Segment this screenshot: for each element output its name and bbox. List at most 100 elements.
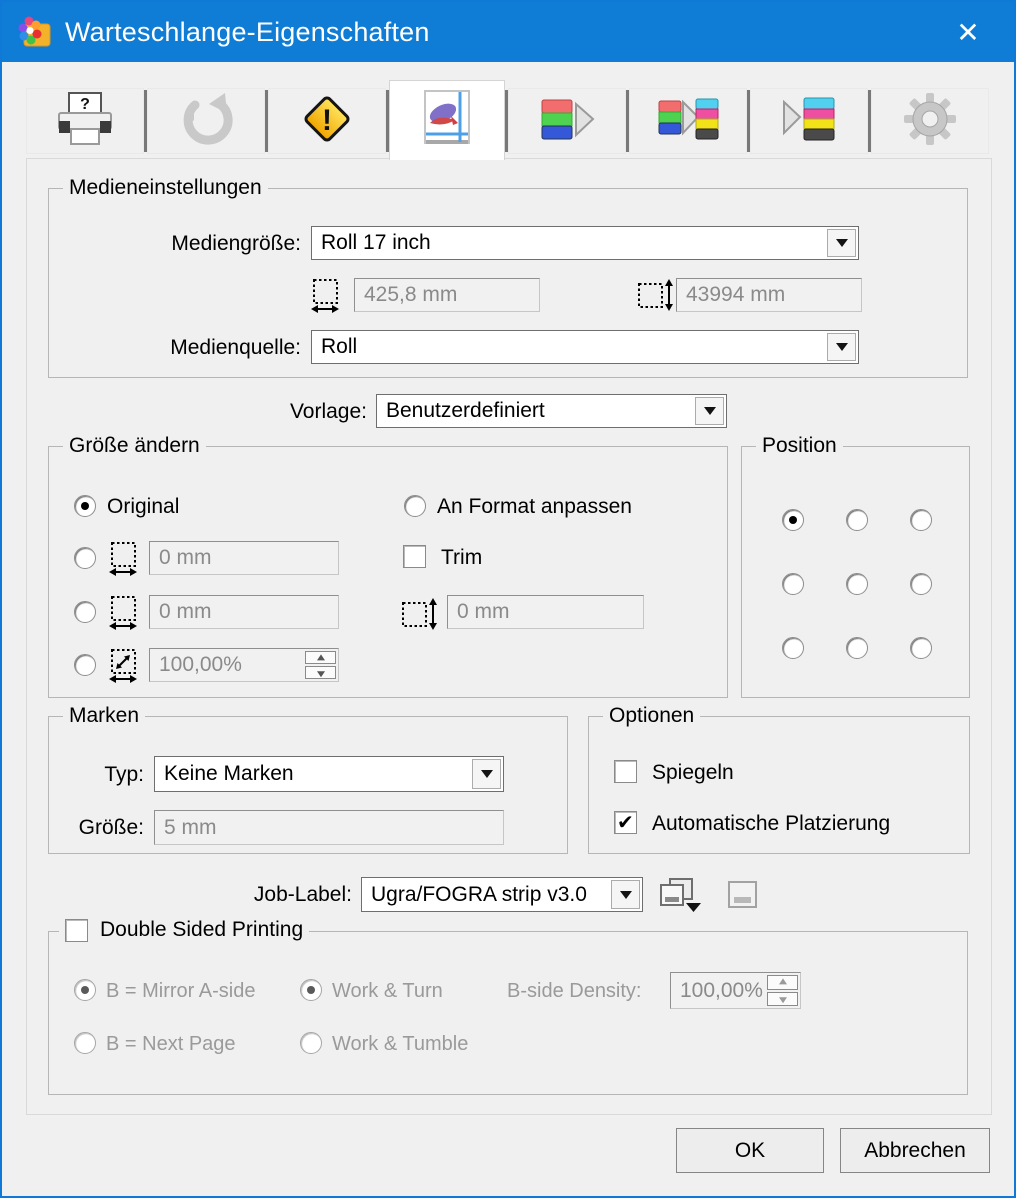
ok-button-label: OK <box>735 1139 765 1163</box>
media-settings-group: Medieneinstellungen Mediengröße: Roll 17… <box>48 188 968 378</box>
ok-button[interactable]: OK <box>676 1128 824 1173</box>
resize-fit-radio[interactable] <box>404 495 426 517</box>
resize-original-label: Original <box>107 495 179 519</box>
media-size-dropdown-button[interactable] <box>827 229 856 257</box>
spinner-up-button[interactable] <box>305 651 336 664</box>
spinner-down-button[interactable] <box>305 666 336 679</box>
trim-size-field: 0 mm <box>447 595 644 629</box>
position-radio-top-center[interactable] <box>846 509 868 531</box>
mirror-label: Spiegeln <box>652 761 734 785</box>
reset-icon <box>179 92 233 151</box>
resize-height-value: 0 mm <box>159 600 212 624</box>
media-size-label: Mediengröße: <box>89 232 301 256</box>
copy-label-icon <box>657 877 703 920</box>
density-spinner <box>767 975 798 1006</box>
resize-height-field: 0 mm <box>149 595 339 629</box>
position-radio-bottom-left[interactable] <box>782 637 804 659</box>
trim-checkbox[interactable] <box>403 545 426 568</box>
settings-gear-icon <box>902 91 958 152</box>
auto-placement-checkbox[interactable] <box>614 811 637 834</box>
position-radio-middle-left[interactable] <box>782 573 804 595</box>
media-source-select[interactable]: Roll <box>311 330 859 364</box>
position-radio-middle-center[interactable] <box>846 573 868 595</box>
app-icon <box>18 15 52 49</box>
marks-type-value: Keine Marken <box>164 762 294 786</box>
media-source-dropdown-button[interactable] <box>827 333 856 361</box>
svg-text:?: ? <box>80 96 90 113</box>
duplex-density-field: 100,00% <box>670 972 801 1009</box>
template-dropdown-button[interactable] <box>695 397 724 425</box>
resize-scale-radio[interactable] <box>74 654 96 676</box>
printer-status-icon: ? <box>56 92 114 151</box>
media-height-value: 43994 mm <box>686 283 785 307</box>
scale-spinner[interactable] <box>305 651 336 679</box>
resize-width-radio[interactable] <box>74 547 96 569</box>
tab-printer-status[interactable]: ? <box>26 88 144 154</box>
cmyk-output-icon <box>780 96 838 147</box>
copy-label-button[interactable] <box>657 877 703 920</box>
duplex-group: Double Sided Printing B = Mirror A-side … <box>48 931 968 1095</box>
height-icon <box>401 597 439 636</box>
close-button[interactable]: ✕ <box>922 2 1014 62</box>
tab-warnings[interactable]: ! <box>268 88 386 154</box>
tab-rgb-input[interactable] <box>508 88 626 154</box>
options-group: Optionen Spiegeln Automatische Platzieru… <box>588 716 970 854</box>
job-label-dropdown-button[interactable] <box>611 880 640 909</box>
media-source-label: Medienquelle: <box>89 336 301 360</box>
cancel-button-label: Abbrechen <box>864 1139 966 1163</box>
duplex-enable-checkbox[interactable] <box>65 919 88 942</box>
mirror-checkbox[interactable] <box>614 760 637 783</box>
width-icon <box>107 594 143 635</box>
media-size-value: Roll 17 inch <box>321 231 431 255</box>
position-radio-top-right[interactable] <box>910 509 932 531</box>
resize-original-radio[interactable] <box>74 495 96 517</box>
label-preview-icon <box>724 879 762 918</box>
position-radio-bottom-center[interactable] <box>846 637 868 659</box>
tab-reset[interactable] <box>147 88 265 154</box>
marks-type-select[interactable]: Keine Marken <box>154 756 504 792</box>
duplex-work-turn-radio <box>300 979 322 1001</box>
rgb-input-icon <box>537 97 597 146</box>
tab-layout-media[interactable] <box>389 80 505 160</box>
tab-cmyk-output[interactable] <box>750 88 868 154</box>
position-radio-middle-right[interactable] <box>910 573 932 595</box>
tab-color-conversion[interactable] <box>629 88 747 154</box>
duplex-mirror-a-radio <box>74 979 96 1001</box>
warnings-icon: ! <box>298 90 356 153</box>
resize-width-field: 0 mm <box>149 541 339 575</box>
template-select[interactable]: Benutzerdefiniert <box>376 394 727 428</box>
marks-size-value: 5 mm <box>164 816 217 840</box>
media-size-select[interactable]: Roll 17 inch <box>311 226 859 260</box>
job-label-value: Ugra/FOGRA strip v3.0 <box>371 883 587 907</box>
scale-icon <box>107 647 143 688</box>
marks-size-field: 5 mm <box>154 810 504 845</box>
duplex-work-tumble-label: Work & Tumble <box>332 1033 468 1056</box>
media-settings-legend: Medieneinstellungen <box>63 176 268 200</box>
position-radio-bottom-right[interactable] <box>910 637 932 659</box>
titlebar: Warteschlange-Eigenschaften ✕ <box>2 2 1014 62</box>
marks-group: Marken Typ: Keine Marken Größe: 5 mm <box>48 716 568 854</box>
resize-fit-label: An Format anpassen <box>437 495 632 519</box>
trim-label: Trim <box>441 546 482 570</box>
width-icon <box>309 277 345 318</box>
duplex-density-value: 100,00% <box>680 979 763 1003</box>
duplex-density-label: B-side Density: <box>507 980 642 1003</box>
media-width-field: 425,8 mm <box>354 278 540 312</box>
cancel-button[interactable]: Abbrechen <box>840 1128 990 1173</box>
duplex-legend-text: Double Sided Printing <box>100 918 303 942</box>
auto-placement-label: Automatische Platzierung <box>652 812 890 836</box>
duplex-work-tumble-radio <box>300 1032 322 1054</box>
spinner-down-button <box>767 992 798 1007</box>
resize-height-radio[interactable] <box>74 601 96 623</box>
spinner-up-button <box>767 975 798 990</box>
position-legend: Position <box>756 434 843 458</box>
tab-strip: ? <box>26 80 992 160</box>
position-group: Position <box>741 446 970 698</box>
tab-settings[interactable] <box>871 88 989 154</box>
media-height-field: 43994 mm <box>676 278 862 312</box>
job-label-select[interactable]: Ugra/FOGRA strip v3.0 <box>361 877 643 912</box>
marks-type-dropdown-button[interactable] <box>472 759 501 789</box>
position-radio-top-left[interactable] <box>782 509 804 531</box>
layout-tab-page: Medieneinstellungen Mediengröße: Roll 17… <box>26 158 992 1115</box>
media-width-value: 425,8 mm <box>364 283 457 307</box>
